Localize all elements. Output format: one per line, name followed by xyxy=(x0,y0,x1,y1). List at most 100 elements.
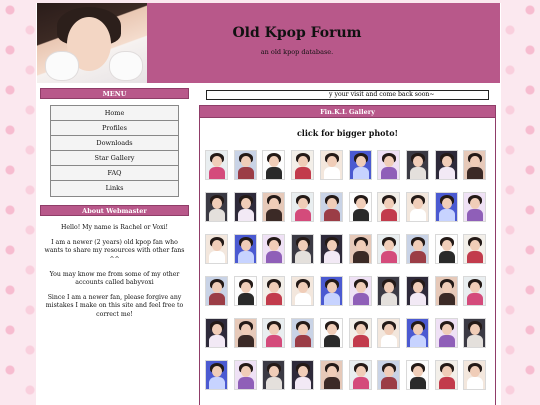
gallery-thumbnail[interactable] xyxy=(319,360,343,390)
gallery-thumbnail[interactable] xyxy=(233,276,257,306)
thumbnail-outfit xyxy=(381,251,398,263)
thumbnail-outfit xyxy=(352,335,369,347)
gallery-thumbnail[interactable] xyxy=(291,234,315,264)
gallery-thumbnail[interactable] xyxy=(348,192,372,222)
gallery-thumbnail[interactable] xyxy=(377,360,401,390)
gallery-thumbnail[interactable] xyxy=(319,192,343,222)
thumbnail-outfit xyxy=(237,377,254,389)
gallery-thumbnail[interactable] xyxy=(434,150,458,180)
gallery-thumbnail[interactable] xyxy=(405,360,429,390)
gallery-thumbnail[interactable] xyxy=(205,192,228,222)
thumbnail-outfit xyxy=(237,293,254,305)
gallery-thumbnail[interactable] xyxy=(205,318,228,348)
menu-item-downloads[interactable]: Downloads xyxy=(51,136,178,151)
gallery-thumbnail[interactable] xyxy=(291,360,315,390)
gallery-subheading: click for bigger photo! xyxy=(296,128,399,138)
gallery-thumbnail[interactable] xyxy=(463,150,487,180)
menu-item-profiles[interactable]: Profiles xyxy=(51,121,178,136)
gallery-thumbnail[interactable] xyxy=(319,234,343,264)
thumbnail-outfit xyxy=(295,167,312,179)
gallery-thumbnail[interactable] xyxy=(205,234,228,264)
gallery-thumbnail[interactable] xyxy=(262,276,286,306)
thumbnail-outfit xyxy=(438,335,455,347)
gallery-thumbnail[interactable] xyxy=(319,318,343,348)
about-heading: About Webmaster xyxy=(40,205,189,216)
gallery-thumbnail[interactable] xyxy=(463,192,487,222)
gallery-thumbnail[interactable] xyxy=(205,360,228,390)
thumbnail-outfit xyxy=(209,209,225,221)
thumbnail-outfit xyxy=(467,209,484,221)
gallery-thumbnail[interactable] xyxy=(262,192,286,222)
thumbnail-outfit xyxy=(266,251,283,263)
menu-item-star-gallery[interactable]: Star Gallery xyxy=(51,151,178,166)
thumbnail-outfit xyxy=(295,293,312,305)
gallery-thumbnail[interactable] xyxy=(377,150,401,180)
thumbnail-face xyxy=(240,240,251,251)
gallery-thumbnail[interactable] xyxy=(348,234,372,264)
gallery-thumbnail[interactable] xyxy=(434,360,458,390)
gallery-thumbnail[interactable] xyxy=(434,276,458,306)
thumbnail-outfit xyxy=(438,167,455,179)
thumbnail-face xyxy=(326,366,337,377)
thumbnail-face xyxy=(412,324,423,335)
gallery-thumbnail[interactable] xyxy=(405,276,429,306)
gallery-thumbnail[interactable] xyxy=(405,234,429,264)
thumbnail-face xyxy=(212,240,222,251)
gallery-thumbnail[interactable] xyxy=(434,192,458,222)
thumbnail-face xyxy=(355,366,366,377)
gallery-thumbnail[interactable] xyxy=(262,234,286,264)
thumbnail-outfit xyxy=(409,251,426,263)
gallery-thumbnail[interactable] xyxy=(463,360,487,390)
gallery-thumbnail[interactable] xyxy=(205,150,228,180)
header-photo xyxy=(37,3,147,83)
thumbnail-outfit xyxy=(237,209,254,221)
gallery-thumbnail[interactable] xyxy=(405,150,429,180)
gallery-thumbnail[interactable] xyxy=(319,150,343,180)
gallery-thumbnail[interactable] xyxy=(463,318,487,348)
thumbnail-face xyxy=(212,282,222,293)
gallery-thumbnail[interactable] xyxy=(377,234,401,264)
thumbnail-face xyxy=(441,324,452,335)
gallery-thumbnail[interactable] xyxy=(291,150,315,180)
gallery-thumbnail[interactable] xyxy=(291,276,315,306)
gallery-thumbnail[interactable] xyxy=(233,192,257,222)
gallery-thumbnail[interactable] xyxy=(434,318,458,348)
thumbnail-outfit xyxy=(295,377,312,389)
gallery-thumbnail[interactable] xyxy=(233,234,257,264)
thumbnail-face xyxy=(441,366,452,377)
menu-item-links[interactable]: Links xyxy=(51,181,178,196)
gallery-thumbnail[interactable] xyxy=(262,360,286,390)
gallery-thumbnail[interactable] xyxy=(233,150,257,180)
thumbnail-face xyxy=(326,156,337,167)
gallery-thumbnail[interactable] xyxy=(405,318,429,348)
gallery-thumbnail[interactable] xyxy=(405,192,429,222)
gallery-thumbnail[interactable] xyxy=(348,276,372,306)
thumbnail-face xyxy=(441,282,452,293)
gallery-thumbnail[interactable] xyxy=(377,276,401,306)
about-paragraph: Hello! My name is Rachel or Voxi! xyxy=(60,224,169,231)
gallery-thumbnail[interactable] xyxy=(348,360,372,390)
gallery-thumbnail[interactable] xyxy=(348,318,372,348)
thumbnail-outfit xyxy=(409,377,426,389)
gallery-thumbnail[interactable] xyxy=(463,276,487,306)
gallery-thumbnail[interactable] xyxy=(233,318,257,348)
gallery-thumbnail[interactable] xyxy=(377,192,401,222)
menu-item-home[interactable]: Home xyxy=(51,106,178,121)
gallery-thumbnail[interactable] xyxy=(233,360,257,390)
menu-item-faq[interactable]: FAQ xyxy=(51,166,178,181)
gallery-thumbnail[interactable] xyxy=(348,150,372,180)
page-container: Old Kpop Forum an old kpop database. MEN… xyxy=(36,3,501,405)
gallery-thumbnail[interactable] xyxy=(291,318,315,348)
thumbnail-outfit xyxy=(209,377,225,389)
thumbnail-outfit xyxy=(323,167,340,179)
gallery-thumbnail[interactable] xyxy=(463,234,487,264)
gallery-thumbnail[interactable] xyxy=(377,318,401,348)
thumbnail-face xyxy=(441,198,452,209)
thumbnail-outfit xyxy=(209,293,225,305)
gallery-thumbnail[interactable] xyxy=(434,234,458,264)
gallery-thumbnail[interactable] xyxy=(319,276,343,306)
gallery-thumbnail[interactable] xyxy=(262,318,286,348)
gallery-thumbnail[interactable] xyxy=(291,192,315,222)
gallery-thumbnail[interactable] xyxy=(205,276,228,306)
gallery-thumbnail[interactable] xyxy=(262,150,286,180)
